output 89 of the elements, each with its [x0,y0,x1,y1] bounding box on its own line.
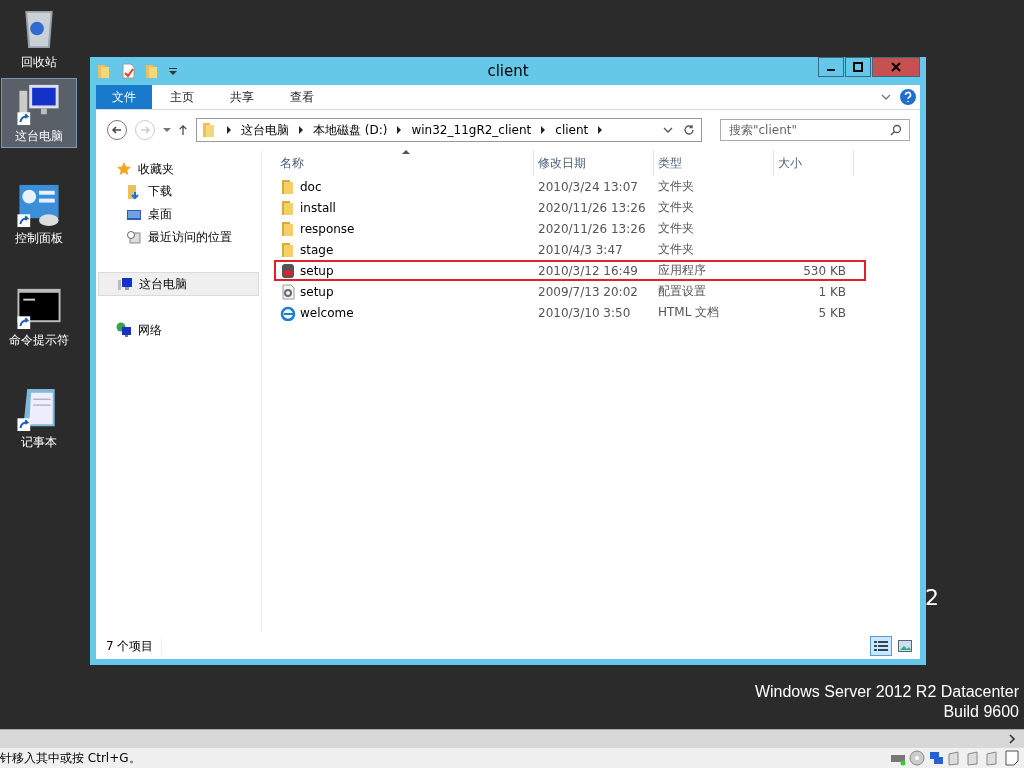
file-row[interactable]: doc 2010/3/24 13:07 文件夹 [274,176,866,197]
breadcrumb-item[interactable]: win32_11gR2_client [411,123,532,137]
download-folder-icon [126,183,142,200]
chevron-icon[interactable] [298,126,304,134]
chevron-icon[interactable] [597,126,604,134]
network-adapter-icon[interactable] [928,750,944,766]
nav-item[interactable]: 网络 [98,319,259,341]
date-cell-text: 2010/3/24 13:07 [537,179,639,194]
file-row[interactable]: response 2020/11/26 13:26 文件夹 [274,218,866,239]
column-header[interactable]: 大小 [774,150,854,176]
nav-item[interactable]: 下载 [98,180,259,203]
help-icon[interactable] [900,89,916,105]
file-row[interactable]: setup 2010/3/12 16:49 应用程序 530 KB [274,260,866,281]
date-cell-text: 2010/3/10 3:50 [537,305,632,320]
search-field[interactable]: 搜索"client" [720,119,910,141]
properties-icon[interactable] [120,63,136,79]
date-cell-text: 2009/7/13 20:02 [537,284,639,299]
details-list-icon [874,640,888,652]
type-cell-text: 文件夹 [657,178,695,195]
file-name: response [300,221,355,236]
details-view-button[interactable] [870,636,892,656]
hint-text: 针移入其中或按 Ctrl+G。 [0,749,141,767]
maximize-icon [852,61,864,73]
file-name: setup [300,284,334,299]
size-cell-text: 5 KB [817,305,847,320]
horizontal-scrollbar[interactable] [0,729,1024,748]
os-version-text: Windows Server 2012 R2 Datacenter [754,683,1019,701]
window-title: client [487,62,529,80]
installer-icon [280,262,296,279]
type-cell-text: 文件夹 [657,241,695,258]
close-icon [890,61,902,73]
breadcrumb-item[interactable]: 这台电脑 [241,121,289,139]
star-icon [116,161,132,177]
breadcrumb-item[interactable]: 本地磁盘 (D:) [313,121,388,139]
file-name: setup [300,263,334,278]
date-cell-text: 2010/4/3 3:47 [537,242,624,257]
search-icon [890,124,902,136]
size-cell-text: 1 KB [817,284,847,299]
recent-places-icon [126,229,142,246]
dropdown-icon[interactable] [168,66,178,76]
network-icon [116,322,132,338]
nav-item[interactable]: 最近访问的位置 [98,226,259,249]
date-cell-text: 2010/3/12 16:49 [537,263,639,278]
file-row[interactable]: welcome 2010/3/10 3:50 HTML 文档 5 KB [274,302,866,323]
refresh-icon[interactable] [683,124,695,136]
file-name: stage [300,242,334,257]
type-cell-text: 文件夹 [657,199,695,216]
column-header[interactable]: 修改日期 [534,150,654,176]
desktop-text: 2 [925,585,939,610]
breadcrumb-item[interactable]: client [555,123,589,137]
close-button[interactable] [872,57,920,77]
back-button[interactable] [106,119,128,141]
image-icon [898,640,912,652]
type-cell-text: 文件夹 [657,220,695,237]
chevron-icon[interactable] [226,126,232,134]
up-arrow-icon[interactable] [178,124,188,136]
disc-icon[interactable] [909,750,925,766]
column-header[interactable]: 类型 [654,150,774,176]
chevron-icon[interactable] [396,126,403,134]
note-icon[interactable] [1004,750,1020,766]
nav-item[interactable]: 收藏夹 [98,158,259,180]
size-cell-text: 530 KB [802,263,847,278]
os-version-text: Build 9600 [943,703,1019,721]
file-name: welcome [300,305,354,320]
browser-icon [280,304,296,321]
maximize-button[interactable] [845,57,871,77]
nav-item[interactable]: 桌面 [98,203,259,226]
minimize-button[interactable] [818,57,844,77]
item-count: 7 个项目 [106,637,163,655]
file-row[interactable]: stage 2010/4/3 3:47 文件夹 [274,239,866,260]
file-row[interactable]: setup 2009/7/13 20:02 配置设置 1 KB [274,281,866,302]
settings-file-icon [280,283,296,300]
type-cell-text: HTML 文档 [657,304,721,321]
sort-arrow-icon [402,150,410,154]
chevron-icon[interactable] [540,126,547,134]
desktop-icon[interactable]: 这台电脑 [1,78,77,148]
address-bar[interactable]: 这台电脑 本地磁盘 (D:) win32_11gR2_client client [196,118,702,142]
file-row[interactable]: install 2020/11/26 13:26 文件夹 [274,197,866,218]
nav-item[interactable]: 这台电脑 [98,272,259,296]
ribbon-tab[interactable]: 文件 [96,85,152,109]
file-name: doc [300,179,322,194]
date-cell-text: 2020/11/26 13:26 [537,221,647,236]
scroll-right-icon[interactable] [1008,734,1016,745]
file-name: install [300,200,336,215]
date-cell-text: 2020/11/26 13:26 [537,200,647,215]
type-cell-text: 应用程序 [657,262,707,279]
computer-icon [117,276,133,292]
type-cell-text: 配置设置 [657,283,707,300]
minimize-icon [827,69,835,71]
